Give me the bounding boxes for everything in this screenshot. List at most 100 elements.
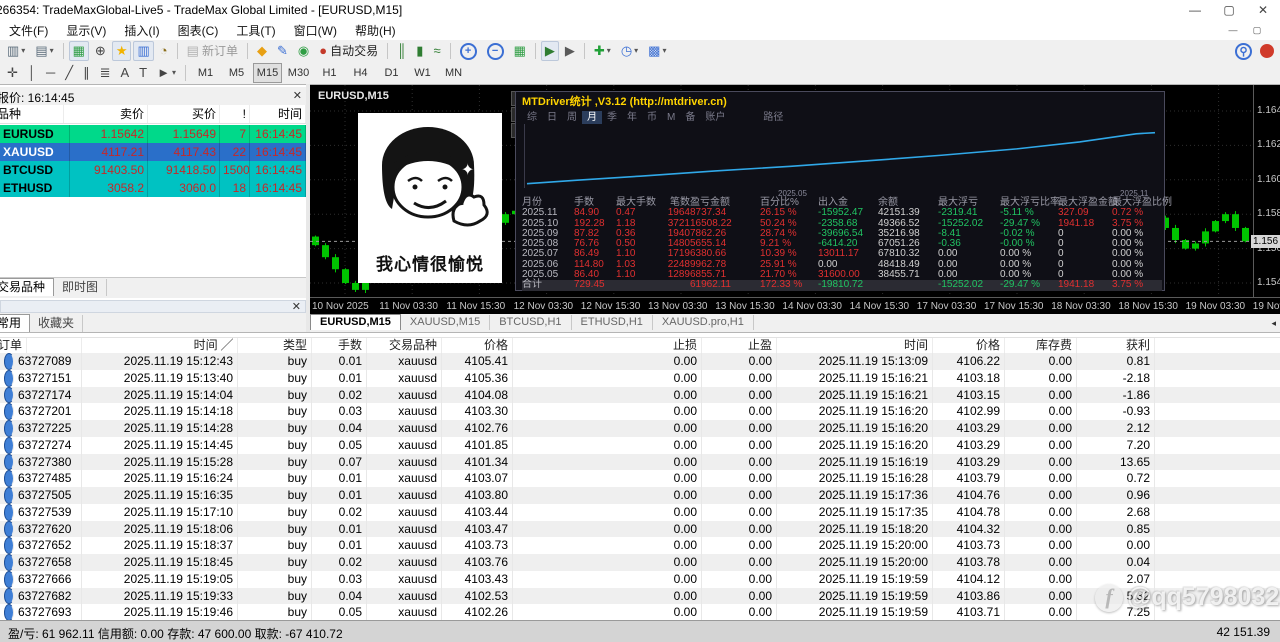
order-row-63727539[interactable]: 637275392025.11.19 15:17:10buy0.02xauusd… — [0, 504, 1280, 521]
new-order-button[interactable]: ▤新订单 — [183, 41, 242, 61]
navigator-close-icon[interactable]: ✕ — [292, 300, 301, 313]
orders-column-header[interactable]: 交易品种 — [367, 338, 442, 353]
timeframe-d1-button[interactable]: D1 — [377, 63, 406, 83]
auto-scroll-button[interactable]: ▶ — [541, 41, 559, 61]
orders-column-header[interactable]: 获利 — [1077, 338, 1155, 353]
menu-item[interactable]: 显示(V) — [57, 20, 115, 41]
price-scale[interactable]: 1.1641.1621.1601.1581.1561.154 — [1253, 85, 1280, 297]
market-watch-row-xauusd[interactable]: XAUUSD4117.214117.432216:14:45 — [0, 143, 306, 161]
chart-candles-button[interactable]: ▮ — [412, 41, 427, 61]
order-row-63727485[interactable]: 637274852025.11.19 15:16:24buy0.01xauusd… — [0, 470, 1280, 487]
stats-tab-周[interactable]: 周 — [562, 111, 582, 124]
timeframe-h1-button[interactable]: H1 — [315, 63, 344, 83]
order-row-63727652[interactable]: 637276522025.11.19 15:18:37buy0.01xauusd… — [0, 537, 1280, 554]
shapes-dropdown-button[interactable]: ►▾ — [153, 63, 180, 83]
templates-dropdown-button[interactable]: ▩▾ — [644, 41, 670, 61]
order-row-63727174[interactable]: 637271742025.11.19 15:14:04buy0.02xauusd… — [0, 387, 1280, 404]
timeframe-m30-button[interactable]: M30 — [284, 63, 313, 83]
chart-tabs-scroll-icon[interactable]: ◂ — [1271, 318, 1276, 329]
stats-tab-M[interactable]: M — [662, 111, 680, 124]
order-row-63727201[interactable]: 637272012025.11.19 15:14:18buy0.03xauusd… — [0, 403, 1280, 420]
horizontal-line-tool-button[interactable]: ─ — [42, 63, 59, 83]
chart-tab-btcusd-h1[interactable]: BTCUSD,H1 — [490, 315, 571, 330]
label-tool-button[interactable]: T — [135, 63, 151, 83]
stats-tab-币[interactable]: 币 — [642, 111, 662, 124]
vertical-line-tool-button[interactable]: │ — [24, 63, 40, 83]
market-watch-tab[interactable]: 即时图 — [54, 279, 107, 296]
order-row-63727666[interactable]: 637276662025.11.19 15:19:05buy0.03xauusd… — [0, 571, 1280, 588]
stats-tab-日[interactable]: 日 — [542, 111, 562, 124]
market-watch-row-ethusd[interactable]: ETHUSD3058.23060.01816:14:45 — [0, 179, 306, 197]
chart-window[interactable]: EURUSD,M15 ⊟▦√ ✦ 我心情很愉悦 — [310, 84, 1280, 315]
fibonacci-tool-button[interactable]: ≣ — [96, 63, 115, 83]
zoom-out-button[interactable]: − — [483, 41, 508, 61]
order-row-63727225[interactable]: 637272252025.11.19 15:14:28buy0.04xauusd… — [0, 420, 1280, 437]
stats-tab-账户[interactable]: 账户 — [700, 111, 730, 124]
profile-dropdown-button[interactable]: ▤▾ — [31, 41, 57, 61]
order-row-63727658[interactable]: 637276582025.11.19 15:18:45buy0.02xauusd… — [0, 554, 1280, 571]
time-scale[interactable]: 10 Nov 202511 Nov 03:3011 Nov 15:3012 No… — [310, 297, 1280, 315]
order-row-63727693[interactable]: 637276932025.11.19 15:19:46buy0.05xauusd… — [0, 604, 1280, 621]
order-row-63727274[interactable]: 637272742025.11.19 15:14:45buy0.05xauusd… — [0, 437, 1280, 454]
orders-column-header[interactable]: 时间 ╱ — [82, 338, 238, 353]
orders-column-header[interactable]: 止盈 — [702, 338, 777, 353]
chart-shift-button[interactable]: ▶ — [561, 41, 579, 61]
navigator-tab[interactable]: 收藏夹 — [30, 315, 83, 332]
order-row-63727505[interactable]: 637275052025.11.19 15:16:35buy0.01xauusd… — [0, 487, 1280, 504]
chart-tab-xauusd-m15[interactable]: XAUUSD,M15 — [401, 315, 490, 330]
chart-line-button[interactable]: ≈ — [429, 41, 444, 61]
eraser-button[interactable]: ◆ — [253, 41, 271, 61]
trendline-tool-button[interactable]: ╱ — [61, 63, 77, 83]
favorites-toggle-button[interactable]: ★ — [112, 41, 132, 61]
periods-dropdown-button[interactable]: ◷▾ — [617, 41, 642, 61]
layout-dropdown-button[interactable]: ▥▾ — [3, 41, 29, 61]
zoom-in-button[interactable]: + — [456, 41, 481, 61]
stats-tab-路径[interactable]: 路径 — [758, 111, 788, 124]
menu-item[interactable]: 窗口(W) — [285, 20, 346, 41]
mdi-restore-button[interactable]: ▢ — [1246, 23, 1268, 37]
community-badge-icon[interactable] — [1260, 44, 1274, 58]
order-row-63727089[interactable]: 637270892025.11.19 15:12:43buy0.01xauusd… — [0, 353, 1280, 370]
chart-tab-ethusd-h1[interactable]: ETHUSD,H1 — [572, 315, 653, 330]
order-row-63727682[interactable]: 637276822025.11.19 15:19:33buy0.04xauusd… — [0, 588, 1280, 605]
order-row-63727380[interactable]: 637273802025.11.19 15:15:28buy0.07xauusd… — [0, 454, 1280, 471]
mdi-minimize-button[interactable]: — — [1222, 23, 1244, 37]
orders-column-header[interactable]: 止损 — [513, 338, 702, 353]
chart-bars-button[interactable]: ║ — [393, 41, 410, 61]
orders-column-header[interactable]: 库存费 — [1005, 338, 1077, 353]
stats-tab-备[interactable]: 备 — [680, 111, 700, 124]
timeframe-m1-button[interactable]: M1 — [191, 63, 220, 83]
stats-tab-年[interactable]: 年 — [622, 111, 642, 124]
search-icon[interactable]: ⚲ — [1235, 43, 1252, 60]
indicators-add-button[interactable]: ✚▾ — [590, 41, 615, 61]
window-minimize-button[interactable]: — — [1178, 0, 1212, 20]
timeframe-w1-button[interactable]: W1 — [408, 63, 437, 83]
orders-column-header[interactable]: 订单 — [0, 338, 82, 353]
menu-item[interactable]: 文件(F) — [0, 20, 57, 41]
orders-column-header[interactable]: 价格 — [933, 338, 1005, 353]
navigator-tab[interactable]: 常用 — [0, 314, 30, 332]
autotrading-button[interactable]: ●自动交易 — [315, 41, 382, 61]
data-window-toggle-button[interactable]: ▥ — [133, 41, 153, 61]
text-tool-button[interactable]: A — [116, 63, 133, 83]
stats-tab-综[interactable]: 综 — [522, 111, 542, 124]
history-center-button[interactable]: ◔ — [156, 41, 172, 61]
metaeditor-button[interactable]: ✎ — [273, 41, 292, 61]
crosshair-tool-button[interactable]: ✛ — [3, 63, 22, 83]
order-row-63727620[interactable]: 637276202025.11.19 15:18:06buy0.01xauusd… — [0, 521, 1280, 538]
stats-tab-月[interactable]: 月 — [582, 111, 602, 124]
orders-column-header[interactable]: 时间 — [777, 338, 933, 353]
market-watch-row-btcusd[interactable]: BTCUSD91403.5091418.50150016:14:45 — [0, 161, 306, 179]
order-row-63727151[interactable]: 637271512025.11.19 15:13:40buy0.01xauusd… — [0, 370, 1280, 387]
orders-column-header[interactable]: 手数 — [312, 338, 367, 353]
menu-item[interactable]: 帮助(H) — [346, 20, 405, 41]
market-watch-tab[interactable]: 交易品种 — [0, 278, 54, 296]
timeframe-mn-button[interactable]: MN — [439, 63, 468, 83]
menu-item[interactable]: 工具(T) — [227, 20, 284, 41]
timeframe-h4-button[interactable]: H4 — [346, 63, 375, 83]
market-watch-toggle-button[interactable]: ▦ — [69, 41, 89, 61]
tile-windows-button[interactable]: ▦ — [510, 41, 530, 61]
orders-column-header[interactable]: 价格 — [442, 338, 513, 353]
chart-tab-eurusd-m15[interactable]: EURUSD,M15 — [310, 314, 401, 330]
timeframe-m5-button[interactable]: M5 — [222, 63, 251, 83]
